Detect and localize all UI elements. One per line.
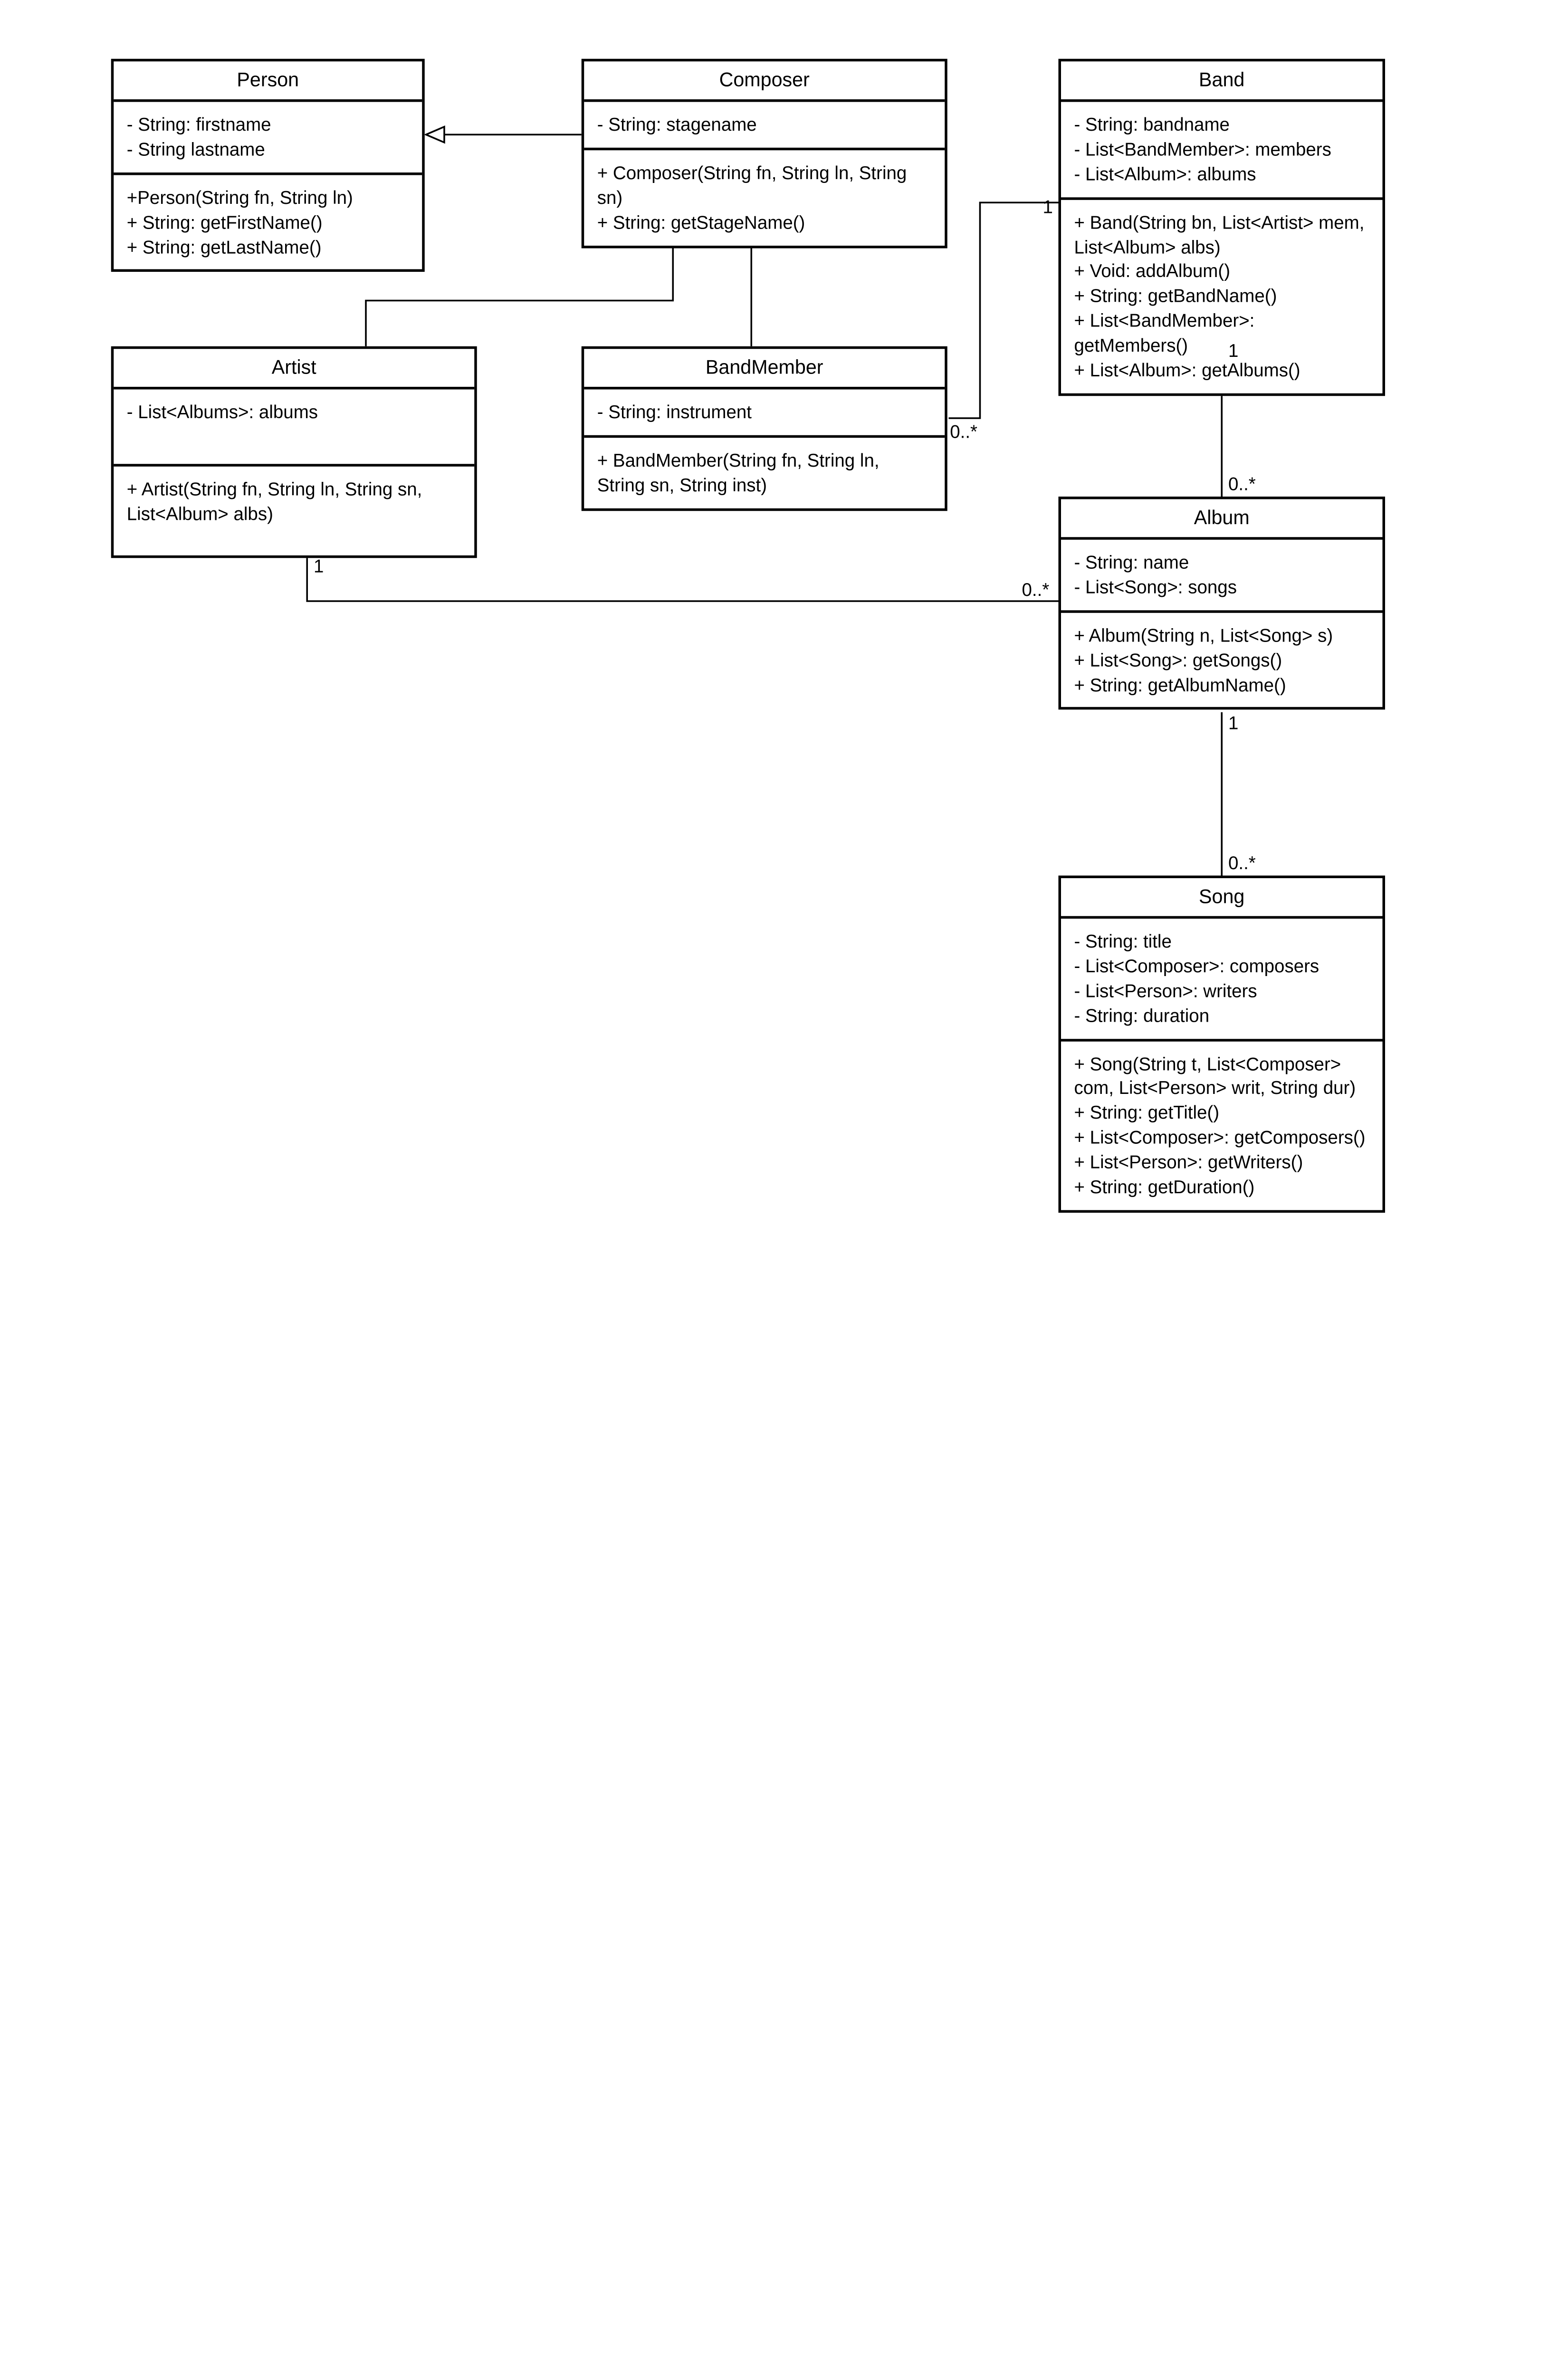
op-line: + List<BandMember>: getMembers() [1074, 309, 1370, 358]
class-operations: + Band(String bn, List<Artist> mem, List… [1061, 200, 1383, 393]
op-line: +Person(String fn, String ln) [127, 185, 409, 210]
scaled-canvas: Person - String: firstname - String last… [0, 0, 1568, 1211]
attr-line: - String: bandname [1074, 113, 1370, 137]
class-composer: Composer - String: stagename + Composer(… [582, 59, 947, 248]
op-line: + Void: addAlbum() [1074, 259, 1370, 284]
op-line: + String: getStageName() [597, 210, 932, 235]
op-line: + Artist(String fn, String ln, String sn… [127, 477, 461, 526]
attr-line: - List<Album>: albums [1074, 162, 1370, 186]
class-attributes: - String: bandname - List<BandMember>: m… [1061, 102, 1383, 200]
class-attributes: - String: firstname - String lastname [114, 102, 422, 175]
multiplicity-label: 0..* [950, 421, 977, 442]
op-line: + Band(String bn, List<Artist> mem, List… [1074, 210, 1370, 259]
attr-line: - String: title [1074, 929, 1370, 954]
class-operations: + BandMember(String fn, String ln, Strin… [584, 438, 945, 508]
class-title: Composer [584, 61, 945, 102]
op-line: + String: getTitle() [1074, 1101, 1370, 1125]
class-operations: + Album(String n, List<Song> s) + List<S… [1061, 613, 1383, 708]
multiplicity-label: 0..* [1022, 579, 1050, 600]
class-album: Album - String: name - List<Song>: songs… [1059, 497, 1386, 710]
class-bandmember: BandMember - String: instrument + BandMe… [582, 346, 947, 511]
op-line: + List<Composer>: getComposers() [1074, 1125, 1370, 1150]
class-operations: + Artist(String fn, String ln, String sn… [114, 466, 474, 555]
class-attributes: - String: instrument [584, 390, 945, 438]
class-attributes: - String: title - List<Composer>: compos… [1061, 919, 1383, 1041]
attr-line: - String: duration [1074, 1003, 1370, 1028]
class-title: Band [1061, 61, 1383, 102]
multiplicity-label: 0..* [1228, 473, 1256, 494]
class-artist: Artist - List<Albums>: albums + Artist(S… [111, 346, 477, 558]
attr-line: - String: instrument [597, 400, 932, 425]
class-person: Person - String: firstname - String last… [111, 59, 425, 272]
op-line: + List<Album>: getAlbums() [1074, 358, 1370, 383]
multiplicity-label: 1 [1228, 340, 1238, 361]
class-title: Person [114, 61, 422, 102]
attr-line: - List<Albums>: albums [127, 400, 461, 425]
class-title: Artist [114, 349, 474, 389]
class-title: Song [1061, 878, 1383, 919]
attr-line: - String: firstname [127, 113, 409, 137]
op-line: + String: getFirstName() [127, 210, 409, 235]
multiplicity-label: 1 [314, 556, 324, 576]
attr-line: - String: name [1074, 550, 1370, 575]
attr-line: - List<Person>: writers [1074, 978, 1370, 1003]
op-line: + Composer(String fn, String ln, String … [597, 161, 932, 210]
multiplicity-label: 1 [1043, 196, 1053, 217]
class-operations: +Person(String fn, String ln) + String: … [114, 175, 422, 270]
op-line: + Song(String t, List<Composer> com, Lis… [1074, 1052, 1370, 1101]
class-operations: + Composer(String fn, String ln, String … [584, 150, 945, 245]
attr-line: - String: stagename [597, 113, 932, 137]
multiplicity-label: 0..* [1228, 852, 1256, 873]
op-line: + BandMember(String fn, String ln, Strin… [597, 448, 932, 498]
attr-line: - List<Composer>: composers [1074, 954, 1370, 978]
class-title: Album [1061, 499, 1383, 540]
class-operations: + Song(String t, List<Composer> com, Lis… [1061, 1041, 1383, 1210]
class-attributes: - String: name - List<Song>: songs [1061, 540, 1383, 613]
class-band: Band - String: bandname - List<BandMembe… [1059, 59, 1386, 396]
attr-line: - String lastname [127, 137, 409, 162]
op-line: + String: getBandName() [1074, 284, 1370, 309]
attr-line: - List<Song>: songs [1074, 575, 1370, 600]
op-line: + List<Song>: getSongs() [1074, 648, 1370, 672]
op-line: + String: getAlbumName() [1074, 672, 1370, 697]
attr-line: - List<BandMember>: members [1074, 137, 1370, 162]
multiplicity-label: 1 [1228, 712, 1238, 733]
class-attributes: - String: stagename [584, 102, 945, 150]
class-song: Song - String: title - List<Composer>: c… [1059, 876, 1386, 1213]
op-line: + String: getDuration() [1074, 1175, 1370, 1199]
class-attributes: - List<Albums>: albums [114, 390, 474, 467]
op-line: + List<Person>: getWriters() [1074, 1150, 1370, 1175]
class-title: BandMember [584, 349, 945, 389]
uml-stage: Person - String: firstname - String last… [0, 0, 1568, 1212]
op-line: + Album(String n, List<Song> s) [1074, 623, 1370, 648]
op-line: + String: getLastName() [127, 235, 409, 259]
